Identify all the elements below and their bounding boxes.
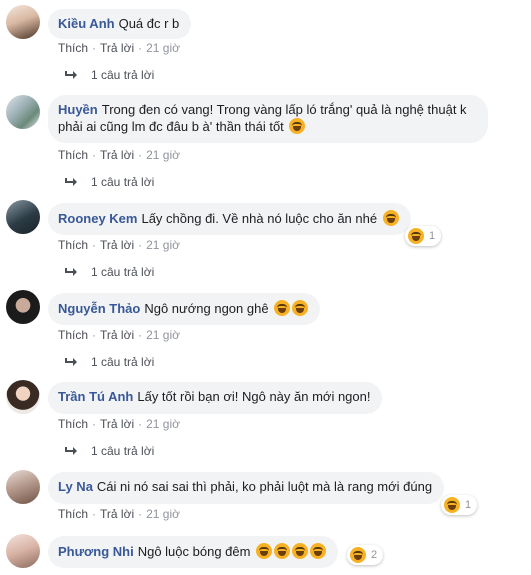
reply-link[interactable]: Trả lời bbox=[100, 417, 134, 431]
laughing-emoji-icon bbox=[310, 543, 327, 559]
comment-time[interactable]: 21 giờ bbox=[146, 41, 180, 55]
reply-arrow-icon bbox=[65, 178, 77, 186]
like-link[interactable]: Thích bbox=[58, 507, 88, 521]
reply-link[interactable]: Trả lời bbox=[100, 507, 134, 521]
comment-actions: Thích · Trả lời · 21 giờ bbox=[58, 238, 180, 252]
avatar[interactable] bbox=[6, 290, 40, 324]
separator: · bbox=[92, 507, 97, 521]
comment-text: Trong đen có vang! Trong vàng lấp ló trắ… bbox=[58, 102, 467, 134]
comment-bubble: Nguyễn Thảo Ngô nướng ngon ghê bbox=[48, 293, 321, 325]
view-replies-link[interactable]: 1 câu trả lời bbox=[64, 175, 154, 189]
laughing-emoji-icon bbox=[274, 543, 291, 559]
reply-arrow-icon bbox=[65, 71, 77, 79]
reply-link[interactable]: Trả lời bbox=[100, 41, 134, 55]
avatar[interactable] bbox=[6, 470, 40, 504]
laughing-emoji-icon bbox=[292, 543, 309, 559]
comment-actions: Thích · Trả lời · 21 giờ bbox=[58, 328, 180, 342]
avatar[interactable] bbox=[6, 380, 40, 414]
comment-author[interactable]: Huyền bbox=[58, 102, 98, 117]
comment-text: Lấy tốt rồi bạn ơi! Ngô này ăn mới ngon! bbox=[137, 389, 371, 404]
comment-actions: Thích · Trả lời · 21 giờ bbox=[58, 417, 180, 431]
comment-time[interactable]: 21 giờ bbox=[146, 328, 180, 342]
reaction-summary[interactable]: 1 bbox=[441, 495, 478, 515]
separator: · bbox=[92, 148, 97, 162]
comment-author[interactable]: Phương Nhi bbox=[58, 544, 134, 559]
comment-actions: Thích · Trả lời · 21 giờ bbox=[58, 148, 180, 162]
avatar[interactable] bbox=[6, 534, 40, 568]
comment-time[interactable]: 21 giờ bbox=[146, 148, 180, 162]
reply-arrow-icon bbox=[65, 268, 77, 276]
comment-bubble: Trần Tú Anh Lấy tốt rồi bạn ơi! Ngô này ă… bbox=[48, 382, 383, 414]
comment-text: Cái ni nó sai sai thì phải, ko phải luột… bbox=[96, 479, 433, 494]
comment-author[interactable]: Nguyễn Thảo bbox=[58, 301, 140, 316]
comment-text: Lấy chồng đi. Về nhà nó luộc cho ăn nhé bbox=[141, 211, 378, 226]
comment-bubble: Kiều Anh Quá đc r b bbox=[48, 9, 192, 39]
comment-author[interactable]: Trần Tú Anh bbox=[58, 389, 133, 404]
separator: · bbox=[138, 507, 143, 521]
haha-icon bbox=[444, 497, 460, 513]
comment-text: Ngô nướng ngon ghê bbox=[144, 301, 269, 316]
reply-arrow-icon bbox=[65, 358, 77, 366]
comment-bubble: Ly Na Cái ni nó sai sai thì phải, ko phải… bbox=[48, 472, 445, 504]
separator: · bbox=[138, 148, 143, 162]
replies-count: 1 câu trả lời bbox=[91, 444, 155, 458]
avatar[interactable] bbox=[6, 95, 40, 129]
reply-link[interactable]: Trả lời bbox=[100, 148, 134, 162]
reply-arrow-icon bbox=[65, 447, 77, 455]
comment-bubble: Phương Nhi Ngô luộc bóng đêm bbox=[48, 536, 339, 568]
haha-icon bbox=[408, 228, 424, 244]
comment-time[interactable]: 21 giờ bbox=[146, 417, 180, 431]
comment-actions: Thích · Trả lời · 21 giờ bbox=[58, 507, 180, 521]
separator: · bbox=[138, 238, 143, 252]
like-link[interactable]: Thích bbox=[58, 328, 88, 342]
laughing-emoji-icon bbox=[289, 118, 306, 134]
reaction-summary[interactable]: 1 bbox=[405, 226, 442, 246]
comment-author[interactable]: Ly Na bbox=[58, 479, 93, 494]
separator: · bbox=[138, 417, 143, 431]
like-link[interactable]: Thích bbox=[58, 148, 88, 162]
laughing-emoji-icon bbox=[256, 543, 273, 559]
replies-count: 1 câu trả lời bbox=[91, 175, 155, 189]
reaction-summary[interactable]: 2 bbox=[347, 545, 384, 565]
replies-count: 1 câu trả lời bbox=[91, 68, 155, 82]
separator: · bbox=[138, 41, 143, 55]
reaction-count: 1 bbox=[465, 499, 472, 511]
haha-icon bbox=[350, 547, 366, 563]
separator: · bbox=[92, 417, 97, 431]
view-replies-link[interactable]: 1 câu trả lời bbox=[64, 68, 154, 82]
comment-text: Ngô luộc bóng đêm bbox=[137, 544, 251, 559]
comment-time[interactable]: 21 giờ bbox=[146, 507, 180, 521]
separator: · bbox=[138, 328, 143, 342]
comment-time[interactable]: 21 giờ bbox=[146, 238, 180, 252]
reply-link[interactable]: Trả lời bbox=[100, 328, 134, 342]
comment-author[interactable]: Rooney Kem bbox=[58, 211, 137, 226]
grinning-cat-icon bbox=[292, 300, 309, 316]
view-replies-link[interactable]: 1 câu trả lời bbox=[64, 444, 154, 458]
separator: · bbox=[92, 328, 97, 342]
separator: · bbox=[92, 41, 97, 55]
avatar[interactable] bbox=[6, 200, 40, 234]
reply-link[interactable]: Trả lời bbox=[100, 238, 134, 252]
laughing-emoji-icon bbox=[382, 210, 399, 226]
comment-author[interactable]: Kiều Anh bbox=[58, 16, 115, 31]
comment-bubble: Rooney Kem Lấy chồng đi. Về nhà nó luộc c… bbox=[48, 203, 411, 235]
view-replies-link[interactable]: 1 câu trả lời bbox=[64, 355, 154, 369]
comment-text: Quá đc r b bbox=[118, 16, 180, 31]
avatar[interactable] bbox=[6, 5, 40, 39]
comment-actions: Thích · Trả lời · 21 giờ bbox=[58, 41, 180, 55]
separator: · bbox=[92, 238, 97, 252]
like-link[interactable]: Thích bbox=[58, 41, 88, 55]
replies-count: 1 câu trả lời bbox=[91, 265, 155, 279]
like-link[interactable]: Thích bbox=[58, 238, 88, 252]
reaction-count: 2 bbox=[371, 549, 378, 561]
comment-bubble: Huyền Trong đen có vang! Trong vàng lấp l… bbox=[48, 95, 488, 143]
reaction-count: 1 bbox=[429, 230, 436, 242]
view-replies-link[interactable]: 1 câu trả lời bbox=[64, 265, 154, 279]
replies-count: 1 câu trả lời bbox=[91, 355, 155, 369]
like-link[interactable]: Thích bbox=[58, 417, 88, 431]
grinning-cat-icon bbox=[274, 300, 291, 316]
